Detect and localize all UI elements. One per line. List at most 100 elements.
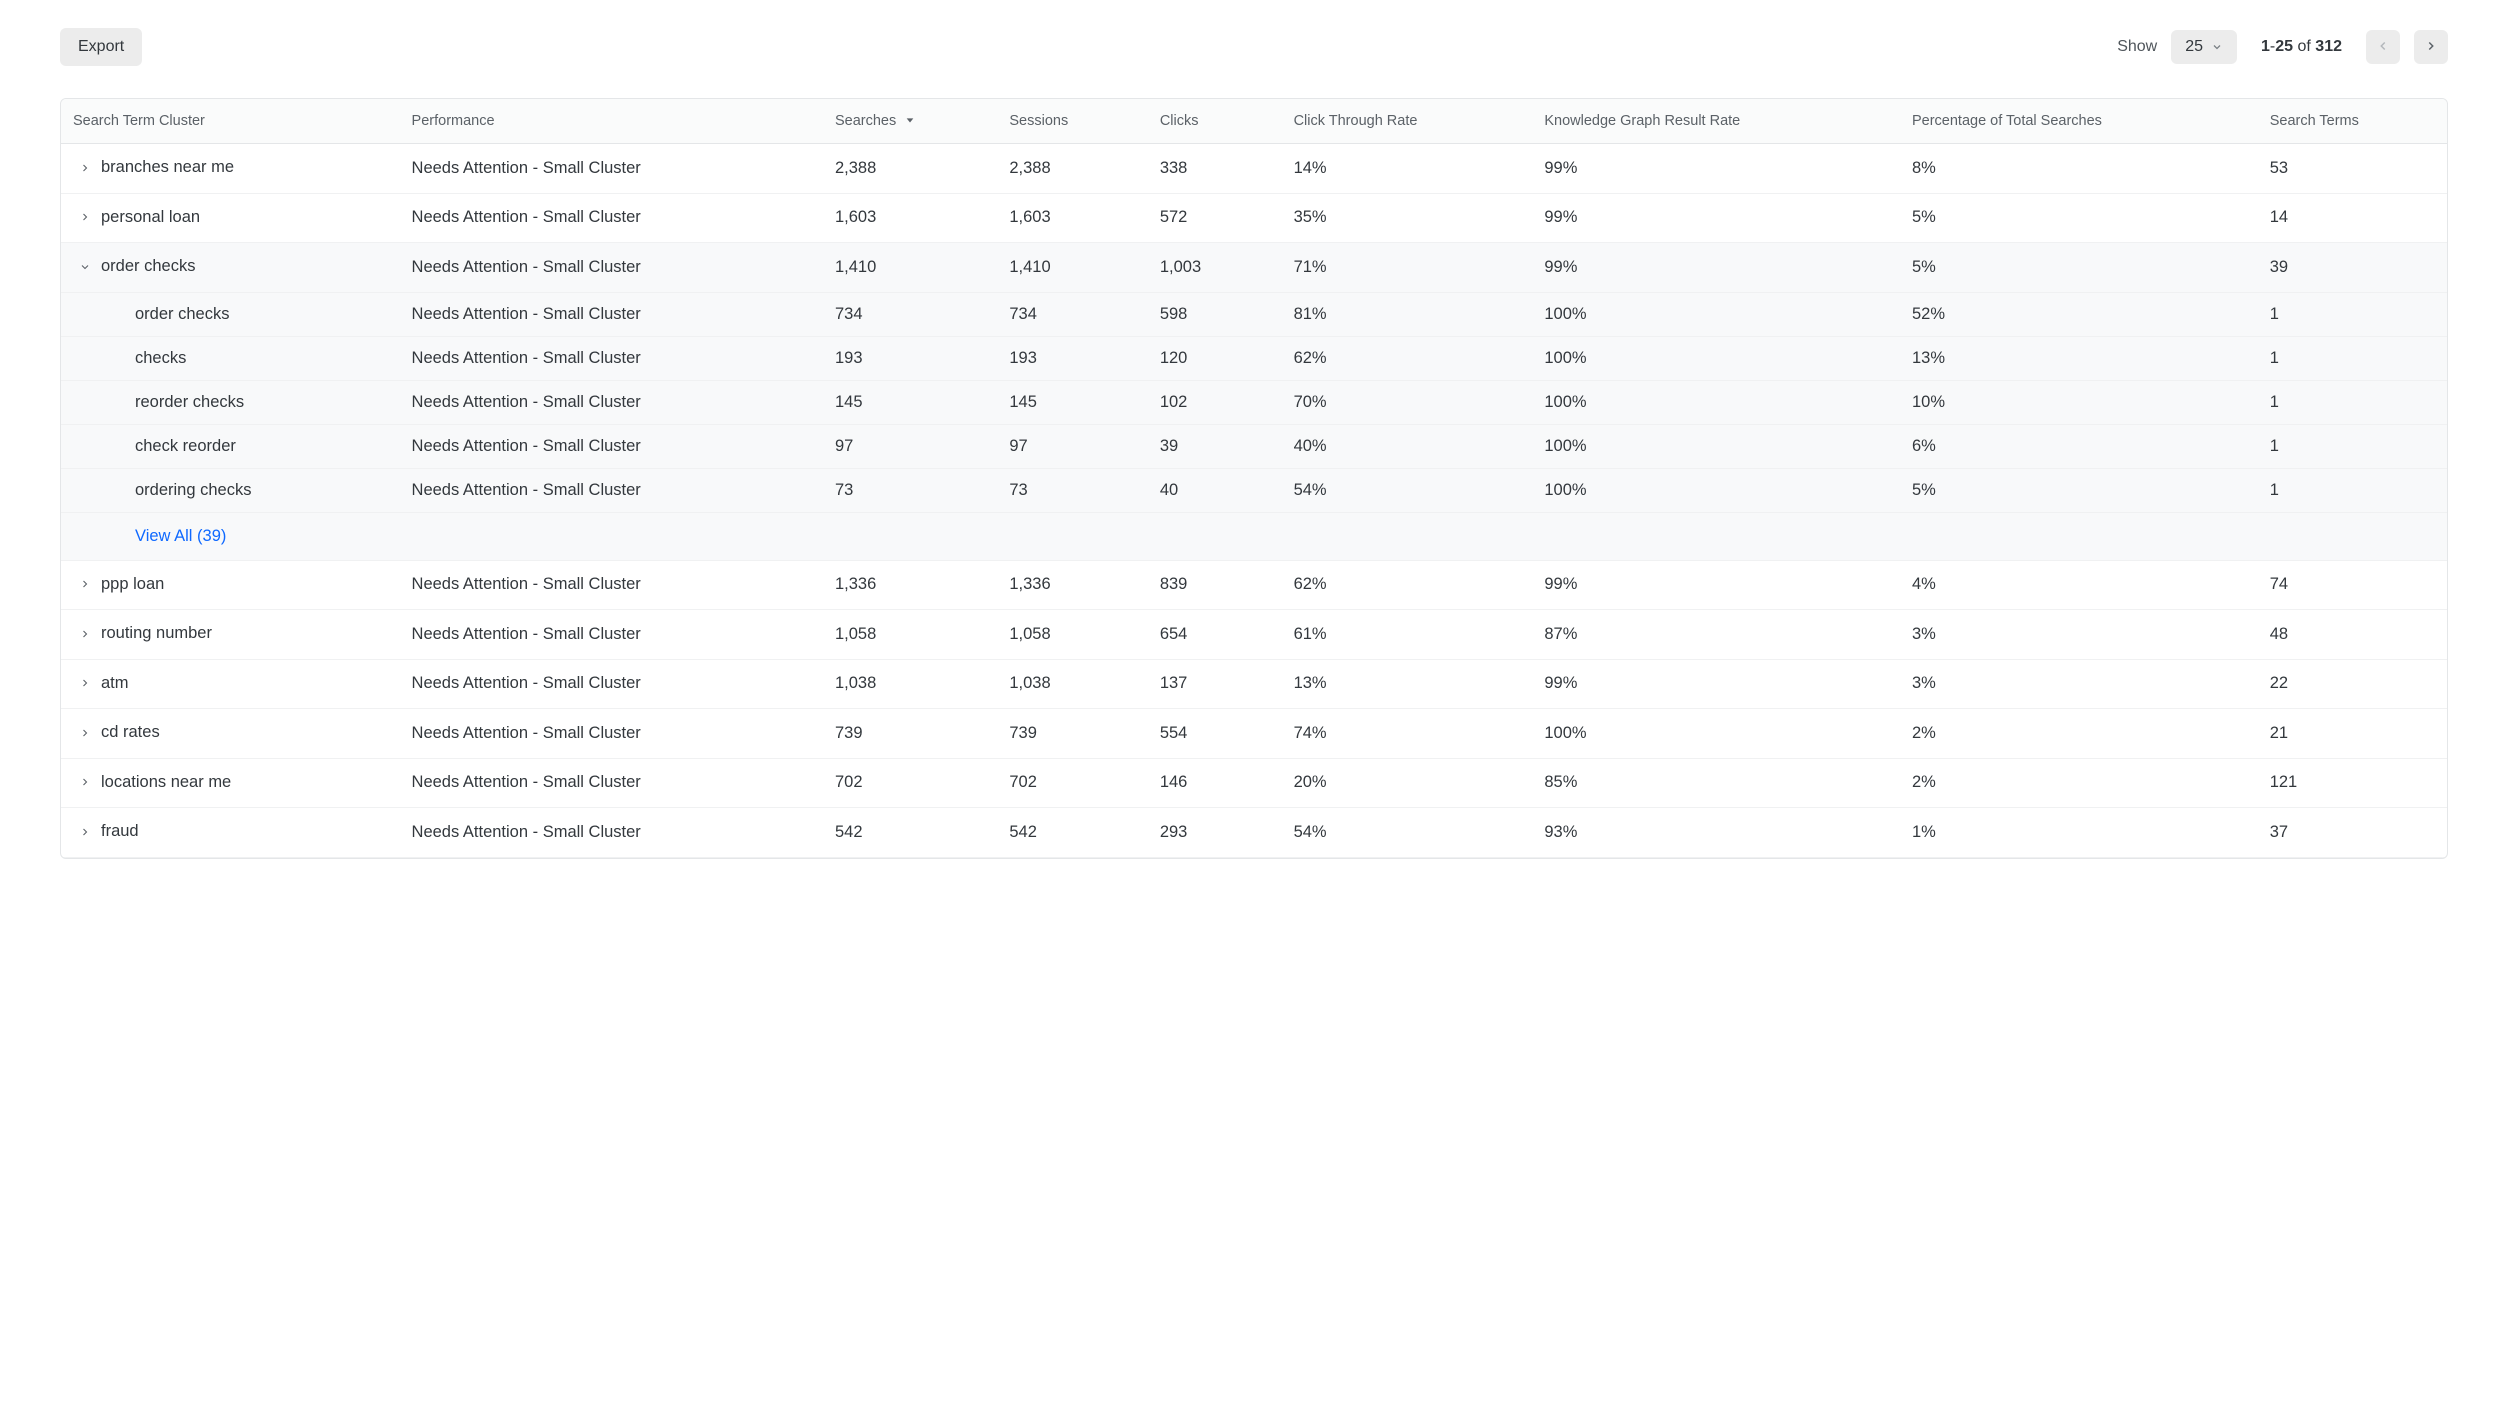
per-page-select[interactable]: 25 — [2171, 30, 2237, 64]
table-row: atm Needs Attention - Small Cluster 1,03… — [61, 659, 2447, 709]
col-header-clicks[interactable]: Clicks — [1148, 99, 1282, 144]
cluster-toggle[interactable]: atm — [79, 674, 129, 693]
cell-cluster: fraud — [61, 808, 400, 858]
cell-kg: 93% — [1532, 808, 1900, 858]
prev-page-button[interactable] — [2366, 30, 2400, 64]
cell-ctr: 62% — [1282, 560, 1533, 610]
cell-cluster: personal loan — [61, 193, 400, 243]
col-header-performance[interactable]: Performance — [400, 99, 823, 144]
chevron-right-icon — [79, 578, 91, 590]
chevron-left-icon — [2376, 39, 2390, 56]
cell-cluster: branches near me — [61, 144, 400, 194]
cell-terms: 22 — [2258, 659, 2447, 709]
cluster-toggle[interactable]: personal loan — [79, 208, 200, 227]
cell-performance: Needs Attention - Small Cluster — [400, 144, 823, 194]
cell-searches: 739 — [823, 709, 997, 759]
next-page-button[interactable] — [2414, 30, 2448, 64]
cell-performance: Needs Attention - Small Cluster — [400, 808, 823, 858]
cell-clicks: 839 — [1148, 560, 1282, 610]
cluster-toggle[interactable]: fraud — [79, 822, 139, 841]
cell-kg: 99% — [1532, 144, 1900, 194]
cluster-toggle[interactable]: ppp loan — [79, 575, 164, 594]
search-cluster-table: Search Term Cluster Performance Searches… — [60, 98, 2448, 859]
cell-clicks: 654 — [1148, 610, 1282, 660]
cell-terms: 1 — [2258, 468, 2447, 512]
cell-cluster: reorder checks — [61, 380, 400, 424]
cluster-name-label: atm — [101, 674, 129, 693]
col-header-sessions[interactable]: Sessions — [997, 99, 1147, 144]
cell-ctr: 13% — [1282, 659, 1533, 709]
cell-terms: 1 — [2258, 336, 2447, 380]
chevron-right-icon — [2424, 39, 2438, 56]
table-row: ppp loan Needs Attention - Small Cluster… — [61, 560, 2447, 610]
cell-pct: 13% — [1900, 336, 2258, 380]
cell-ctr: 62% — [1282, 336, 1533, 380]
cell-clicks: 1,003 — [1148, 243, 1282, 293]
cluster-toggle[interactable]: locations near me — [79, 773, 231, 792]
cell-clicks: 598 — [1148, 292, 1282, 336]
cell-clicks: 146 — [1148, 758, 1282, 808]
cluster-name-label: locations near me — [101, 773, 231, 792]
cell-cluster: order checks — [61, 243, 400, 293]
cell-terms: 1 — [2258, 292, 2447, 336]
cell-clicks: 554 — [1148, 709, 1282, 759]
cell-kg: 100% — [1532, 380, 1900, 424]
cell-kg: 99% — [1532, 659, 1900, 709]
child-cluster-name[interactable]: checks — [79, 349, 186, 368]
cell-performance: Needs Attention - Small Cluster — [400, 560, 823, 610]
cluster-toggle[interactable]: order checks — [79, 257, 195, 276]
cell-performance: Needs Attention - Small Cluster — [400, 468, 823, 512]
cluster-toggle[interactable]: cd rates — [79, 723, 160, 742]
cell-terms: 39 — [2258, 243, 2447, 293]
col-header-ctr[interactable]: Click Through Rate — [1282, 99, 1533, 144]
col-header-cluster[interactable]: Search Term Cluster — [61, 99, 400, 144]
child-cluster-name[interactable]: reorder checks — [79, 393, 244, 412]
col-header-terms[interactable]: Search Terms — [2258, 99, 2447, 144]
cell-kg: 87% — [1532, 610, 1900, 660]
show-label: Show — [2117, 38, 2157, 56]
sort-desc-icon — [905, 113, 915, 129]
range-from: 1 — [2261, 38, 2270, 55]
cell-clicks: 572 — [1148, 193, 1282, 243]
cell-pct: 8% — [1900, 144, 2258, 194]
cluster-name-label: order checks — [101, 257, 195, 276]
range-total: 312 — [2315, 38, 2342, 55]
col-header-searches-label: Searches — [835, 113, 896, 129]
chevron-right-icon — [79, 628, 91, 640]
child-cluster-name[interactable]: order checks — [79, 305, 229, 324]
child-cluster-name[interactable]: ordering checks — [79, 481, 251, 500]
cell-cluster: ordering checks — [61, 468, 400, 512]
cell-terms: 121 — [2258, 758, 2447, 808]
cell-searches: 97 — [823, 424, 997, 468]
cell-pct: 10% — [1900, 380, 2258, 424]
cluster-toggle[interactable]: routing number — [79, 624, 212, 643]
col-header-pct[interactable]: Percentage of Total Searches — [1900, 99, 2258, 144]
cell-ctr: 54% — [1282, 808, 1533, 858]
pagination-controls: Show 25 1-25 of 312 — [2117, 30, 2448, 64]
table-child-row: check reorder Needs Attention - Small Cl… — [61, 424, 2447, 468]
cell-searches: 1,336 — [823, 560, 997, 610]
table-row: fraud Needs Attention - Small Cluster 54… — [61, 808, 2447, 858]
cell-performance: Needs Attention - Small Cluster — [400, 758, 823, 808]
cell-pct: 5% — [1900, 468, 2258, 512]
cell-pct: 52% — [1900, 292, 2258, 336]
cell-ctr: 61% — [1282, 610, 1533, 660]
cell-ctr: 70% — [1282, 380, 1533, 424]
cell-pct: 5% — [1900, 243, 2258, 293]
col-header-searches[interactable]: Searches — [823, 99, 997, 144]
chevron-down-icon — [2211, 41, 2223, 53]
cell-clicks: 137 — [1148, 659, 1282, 709]
cell-kg: 100% — [1532, 709, 1900, 759]
col-header-kg[interactable]: Knowledge Graph Result Rate — [1532, 99, 1900, 144]
cell-performance: Needs Attention - Small Cluster — [400, 193, 823, 243]
export-button[interactable]: Export — [60, 28, 142, 66]
table-row: order checks Needs Attention - Small Clu… — [61, 243, 2447, 293]
cluster-toggle[interactable]: branches near me — [79, 158, 234, 177]
table-row: personal loan Needs Attention - Small Cl… — [61, 193, 2447, 243]
cell-cluster: routing number — [61, 610, 400, 660]
child-cluster-name[interactable]: check reorder — [79, 437, 236, 456]
cell-clicks: 102 — [1148, 380, 1282, 424]
cell-searches: 2,388 — [823, 144, 997, 194]
chevron-right-icon — [79, 776, 91, 788]
view-all-link[interactable]: View All (39) — [79, 527, 226, 546]
